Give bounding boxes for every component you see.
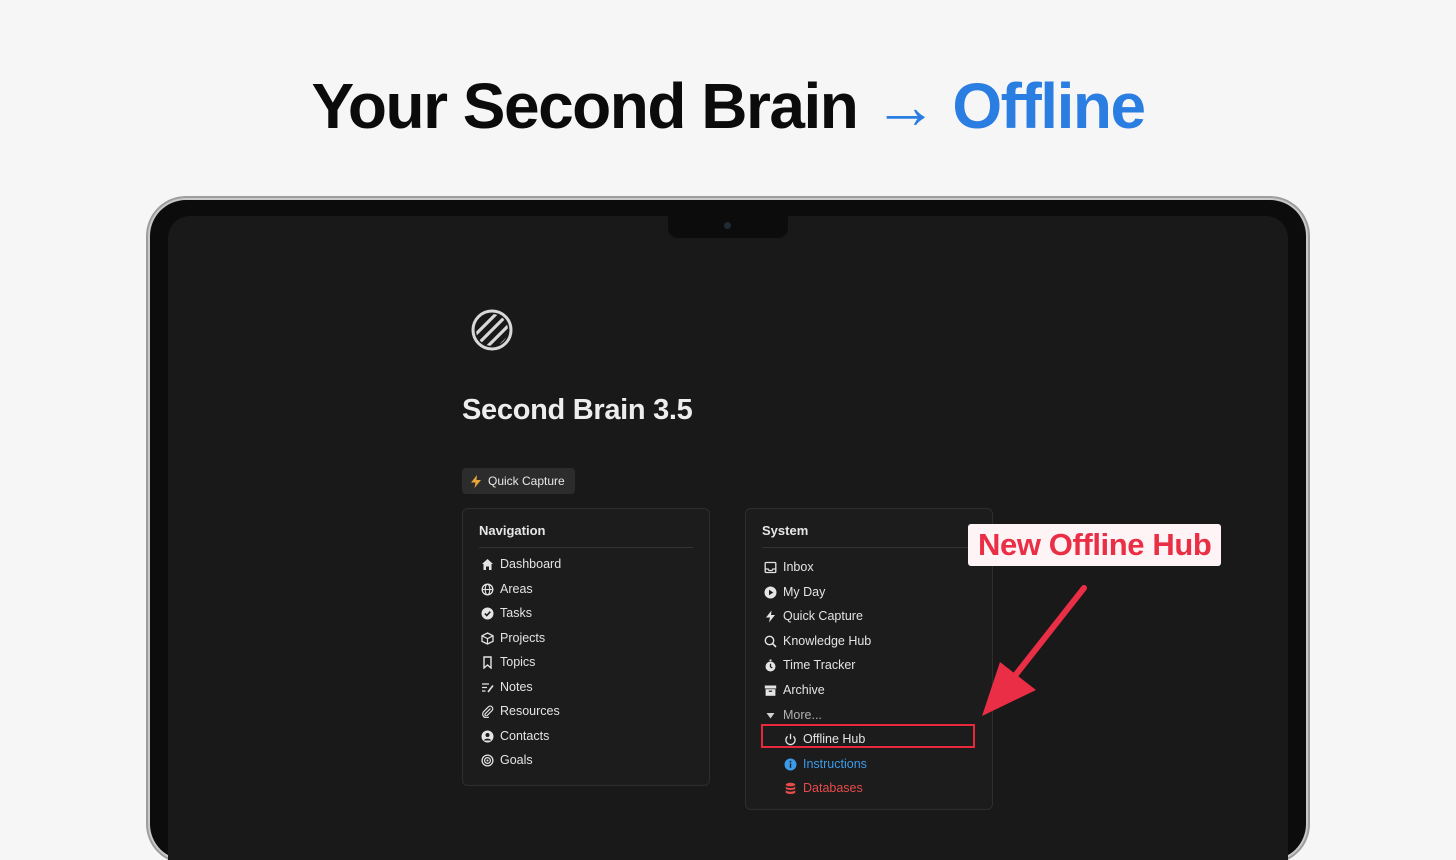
target-icon: [481, 753, 494, 767]
nav-label: Contacts: [500, 729, 550, 743]
system-item-time-tracker[interactable]: Time Tracker: [764, 655, 855, 675]
system-item-databases[interactable]: Databases: [784, 778, 863, 798]
system-label: Quick Capture: [783, 609, 863, 623]
system-label: Databases: [803, 781, 863, 795]
check-circle-icon: [481, 607, 494, 619]
brain-logo-icon: [471, 309, 513, 351]
system-panel: System Inbox My Day Quick Capture Knowle…: [745, 508, 993, 810]
nav-item-contacts[interactable]: Contacts: [481, 726, 549, 746]
callout-label: New Offline Hub: [968, 524, 1222, 566]
info-icon: [784, 758, 797, 770]
system-item-my-day[interactable]: My Day: [764, 582, 825, 602]
search-icon: [764, 635, 777, 648]
nav-label: Topics: [500, 655, 536, 669]
globe-icon: [481, 583, 494, 595]
system-label: Inbox: [783, 560, 814, 574]
navigation-panel: Navigation Dashboard Areas Tasks Project…: [462, 508, 710, 786]
headline: Your Second Brain → Offline: [0, 66, 1456, 146]
headline-arrow: →: [873, 70, 938, 142]
divider: [762, 547, 976, 548]
nav-label: Resources: [500, 704, 560, 718]
camera-notch: [668, 216, 788, 238]
bolt-icon: [471, 474, 481, 488]
page-title: Second Brain 3.5: [462, 394, 693, 426]
camera-icon: [724, 222, 731, 229]
offline-hub-highlight: [761, 724, 975, 748]
navigation-title: Navigation: [479, 523, 546, 538]
divider: [479, 547, 693, 548]
notes-icon: [482, 682, 494, 692]
triangle-down-icon: [766, 712, 775, 718]
system-label: Archive: [783, 683, 825, 697]
play-circle-icon: [764, 586, 777, 598]
system-more-toggle[interactable]: More...: [764, 705, 822, 725]
system-label: Knowledge Hub: [783, 634, 872, 648]
nav-item-areas[interactable]: Areas: [481, 579, 533, 599]
stopwatch-icon: [765, 659, 776, 671]
red-arrow-icon: [982, 585, 1087, 716]
headline-accent: Offline: [952, 70, 1146, 142]
nav-item-resources[interactable]: Resources: [481, 701, 560, 721]
inbox-icon: [764, 561, 777, 573]
nav-item-dashboard[interactable]: Dashboard: [481, 554, 561, 574]
system-label: My Day: [783, 585, 826, 599]
nav-item-topics[interactable]: Topics: [481, 652, 535, 672]
archive-icon: [764, 685, 777, 696]
nav-label: Projects: [500, 631, 546, 645]
headline-main: Your Second Brain: [311, 70, 858, 142]
user-circle-icon: [481, 730, 494, 742]
box-icon: [481, 631, 494, 645]
system-item-instructions[interactable]: Instructions: [784, 754, 867, 774]
system-item-inbox[interactable]: Inbox: [764, 557, 814, 577]
nav-item-goals[interactable]: Goals: [481, 750, 533, 770]
home-icon: [482, 558, 493, 570]
quick-capture-label: Quick Capture: [488, 474, 565, 488]
system-label: Instructions: [803, 757, 867, 771]
system-item-quick-capture[interactable]: Quick Capture: [764, 606, 863, 626]
database-icon: [785, 782, 796, 794]
system-title: System: [762, 523, 809, 538]
nav-item-projects[interactable]: Projects: [481, 628, 545, 648]
quick-capture-button[interactable]: Quick Capture: [462, 468, 575, 494]
more-label: More...: [783, 708, 822, 722]
nav-label: Areas: [500, 582, 533, 596]
paperclip-icon: [482, 705, 494, 718]
bookmark-icon: [483, 655, 492, 669]
system-label: Time Tracker: [783, 658, 856, 672]
nav-label: Notes: [500, 680, 533, 694]
nav-label: Dashboard: [500, 557, 562, 571]
nav-item-notes[interactable]: Notes: [481, 677, 533, 697]
nav-label: Goals: [500, 753, 533, 767]
nav-item-tasks[interactable]: Tasks: [481, 603, 532, 623]
system-item-archive[interactable]: Archive: [764, 680, 825, 700]
nav-label: Tasks: [500, 606, 532, 620]
system-item-knowledge-hub[interactable]: Knowledge Hub: [764, 631, 871, 651]
bolt-icon: [766, 610, 775, 622]
